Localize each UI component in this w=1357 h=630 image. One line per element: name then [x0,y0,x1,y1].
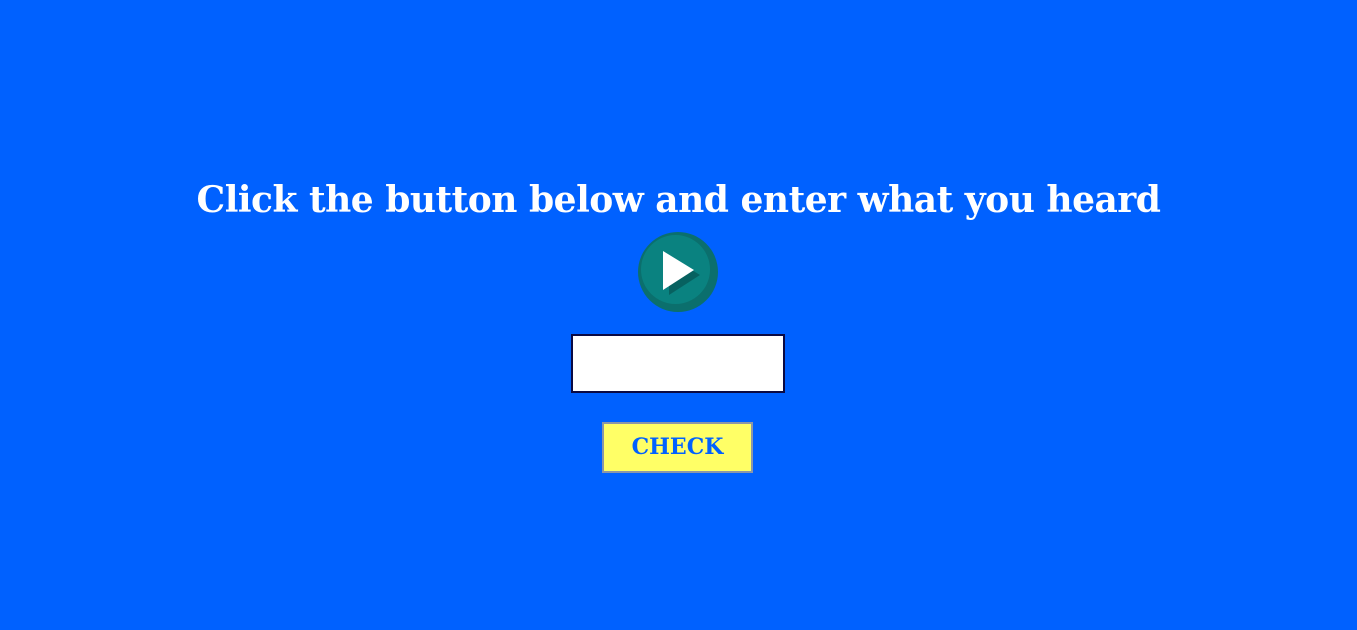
instruction-heading: Click the button below and enter what yo… [196,179,1161,221]
answer-input[interactable] [571,334,785,393]
play-icon [663,251,700,295]
check-button[interactable]: CHECK [602,422,753,473]
play-audio-button[interactable] [638,232,718,312]
